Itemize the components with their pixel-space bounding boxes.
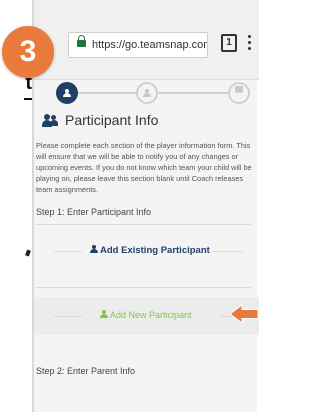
cart-icon[interactable]: ▀ <box>228 82 250 104</box>
instructions-text: Please complete each section of the play… <box>36 141 252 194</box>
step-number-badge: 3 <box>2 26 54 78</box>
team-icon <box>42 114 60 128</box>
page-title: Participant Info <box>65 112 159 128</box>
cropped-mark <box>25 249 31 257</box>
add-existing-participant-button[interactable]: Add Existing Participant <box>34 236 259 266</box>
add-existing-label: Add Existing Participant <box>100 245 210 256</box>
tabs-icon[interactable]: 1 <box>221 34 237 52</box>
step2-label: Step 2: Enter Parent Info <box>36 366 136 376</box>
url-text: https://go.teamsnap.com/form <box>92 39 207 51</box>
lock-icon <box>77 35 86 47</box>
menu-icon[interactable] <box>246 33 252 55</box>
divider <box>36 224 251 225</box>
phone-screen: https://go.teamsnap.com/form 1 ▀ Partici… <box>32 0 259 412</box>
url-bar[interactable]: https://go.teamsnap.com/form <box>68 32 208 58</box>
participant-icon[interactable] <box>56 82 78 104</box>
add-new-label: Add New Participant <box>110 310 192 320</box>
step1-label: Step 1: Enter Participant Info <box>36 207 152 217</box>
info-icon[interactable] <box>136 82 158 104</box>
step-progress: ▀ <box>34 80 259 106</box>
participant-icon <box>100 310 109 318</box>
browser-toolbar: https://go.teamsnap.com/form 1 <box>34 0 259 80</box>
participant-icon <box>90 245 99 253</box>
arrow-icon <box>229 304 259 324</box>
add-new-participant-button[interactable]: Add New Participant <box>34 297 259 335</box>
section-header: Participant Info <box>42 112 252 132</box>
divider <box>36 287 251 288</box>
cropped-underline <box>24 98 32 100</box>
